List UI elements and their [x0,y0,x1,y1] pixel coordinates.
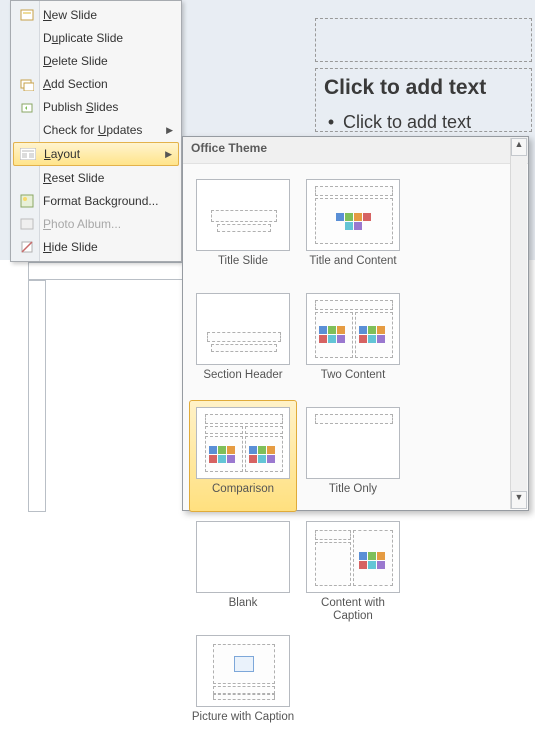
layout-icon [18,145,38,163]
layout-submenu: Office Theme Title Slide Title and Conten… [182,136,529,511]
layout-thumbnail [306,293,400,365]
bullet-icon: • [324,112,338,133]
menu-item-label: Delete Slide [43,54,161,68]
menu-item-label: Layout [44,147,160,161]
vertical-ruler [28,280,46,512]
layout-option-comparison[interactable]: Comparison [189,400,297,512]
layout-option-label: Content with Caption [300,597,406,623]
menu-item-photo-album: Photo Album... [13,213,179,235]
submenu-arrow-icon: ▶ [166,125,173,136]
format-bg-icon [17,192,37,210]
menu-item-format-background[interactable]: Format Background... [13,190,179,212]
slide-title-placeholder-box[interactable] [315,18,532,62]
menu-item-check-for-updates[interactable]: Check for Updates ▶ [13,119,179,141]
layout-option-title-only[interactable]: Title Only [299,400,407,512]
layout-option-content-with-caption[interactable]: Content with Caption [299,514,407,626]
menu-item-new-slide[interactable]: New Slide [13,4,179,26]
blank-icon [17,121,37,139]
menu-item-label: Check for Updates [43,123,161,137]
layout-option-title-slide[interactable]: Title Slide [189,172,297,284]
menu-item-label: Add Section [43,77,161,91]
menu-item-label: Format Background... [43,194,161,208]
layout-thumbnail [196,635,290,707]
new-slide-icon [17,6,37,24]
layout-thumbnail [196,521,290,593]
layout-option-blank[interactable]: Blank [189,514,297,626]
blank-icon [17,29,37,47]
slide-context-menu: New Slide Duplicate Slide Delete Slide Add … [10,0,182,262]
scroll-up-icon[interactable]: ▲ [511,138,527,156]
add-section-icon [17,75,37,93]
layout-scrollbar[interactable]: ▲ ▼ [510,138,527,509]
layout-option-label: Two Content [321,369,386,395]
blank-icon [17,169,37,187]
layout-submenu-header: Office Theme [183,137,528,164]
layout-option-label: Title Slide [218,255,268,281]
layout-option-label: Picture with Caption [192,711,294,737]
menu-item-duplicate-slide[interactable]: Duplicate Slide [13,27,179,49]
picture-icon [234,656,254,672]
layout-thumbnail [196,293,290,365]
layout-thumbnail [306,179,400,251]
publish-icon [17,98,37,116]
layout-thumbnail [306,407,400,479]
photo-album-icon [17,215,37,233]
slide-title-placeholder-text[interactable]: Click to add text [324,76,486,100]
horizontal-ruler [28,262,190,280]
menu-item-label: Photo Album... [43,217,161,231]
layout-thumbnail [196,179,290,251]
layout-thumbnail [196,407,290,479]
layout-option-two-content[interactable]: Two Content [299,286,407,398]
layout-thumbnail [306,521,400,593]
layout-option-picture-with-caption[interactable]: Picture with Caption [189,628,297,740]
layout-option-title-and-content[interactable]: Title and Content [299,172,407,284]
layout-option-label: Blank [229,597,258,623]
menu-item-hide-slide[interactable]: Hide Slide [13,236,179,258]
menu-item-label: Duplicate Slide [43,31,161,45]
menu-item-label: New Slide [43,8,161,22]
layout-option-label: Title and Content [309,255,396,281]
blank-icon [17,52,37,70]
menu-item-publish-slides[interactable]: Publish Slides [13,96,179,118]
slide-body-placeholder-text[interactable]: • Click to add text [324,112,471,133]
layout-option-label: Comparison [212,483,274,509]
menu-item-label: Publish Slides [43,100,161,114]
menu-item-delete-slide[interactable]: Delete Slide [13,50,179,72]
layout-option-label: Title Only [329,483,377,509]
menu-item-label: Reset Slide [43,171,161,185]
menu-item-add-section[interactable]: Add Section [13,73,179,95]
slide-body-placeholder-label: Click to add text [343,112,471,132]
submenu-arrow-icon: ▶ [165,149,172,160]
hide-slide-icon [17,238,37,256]
layout-option-section-header[interactable]: Section Header [189,286,297,398]
layout-option-label: Section Header [203,369,282,395]
menu-item-layout[interactable]: Layout ▶ [13,142,179,166]
menu-item-label: Hide Slide [43,240,161,254]
scroll-down-icon[interactable]: ▼ [511,491,527,509]
menu-item-reset-slide[interactable]: Reset Slide [13,167,179,189]
